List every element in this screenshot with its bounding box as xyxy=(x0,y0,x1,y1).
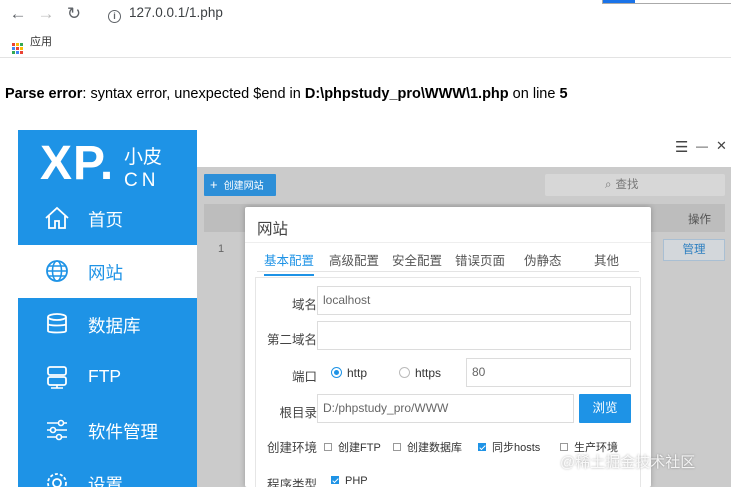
sidebar-item-website[interactable]: 网站 xyxy=(18,245,197,298)
create-db-checkbox[interactable]: 创建数据库 xyxy=(393,439,462,455)
sidebar-item-software[interactable]: 软件管理 xyxy=(18,404,197,457)
apps-grid-icon xyxy=(12,43,23,54)
logo: XP. 小皮 CN xyxy=(40,136,162,191)
sidebar-item-label: FTP xyxy=(88,366,122,386)
sidebar-item-label: 首页 xyxy=(88,210,123,230)
search-input[interactable]: ⌕ 查找 xyxy=(545,174,725,196)
http-radio[interactable]: http xyxy=(331,366,367,380)
extension-strip xyxy=(602,0,731,4)
create-ftp-checkbox[interactable]: 创建FTP xyxy=(324,439,381,455)
gear-icon xyxy=(47,473,67,487)
address-bar[interactable]: i 127.0.0.1/1.php xyxy=(96,2,596,24)
checkbox-checked-icon xyxy=(478,443,486,451)
radio-unchecked-icon xyxy=(399,367,410,378)
create-site-button[interactable]: + 创建网站 xyxy=(204,174,276,196)
logo-main: XP. xyxy=(40,137,115,190)
error-path: D:\phpstudy_pro\WWW\1.php xyxy=(304,86,509,102)
close-icon[interactable]: ✕ xyxy=(716,138,727,154)
dialog-title: 网站 xyxy=(257,221,289,238)
menu-icon[interactable]: ☰ xyxy=(675,138,688,156)
sidebar-item-home[interactable]: 首页 xyxy=(18,192,197,245)
port-label: 端口 xyxy=(291,370,317,384)
checkbox-icon xyxy=(324,443,332,451)
reload-icon[interactable]: ↻ xyxy=(64,4,84,24)
checkbox-label: PHP xyxy=(345,475,368,487)
tab-advanced[interactable]: 高级配置 xyxy=(329,250,379,269)
phpstudy-window: XP. 小皮 CN 首页 网站 数据库 FTP 软件管理 设置 ☰ — ✕ + … xyxy=(18,130,731,487)
type-label: 程序类型 xyxy=(266,478,317,487)
sidebar-item-label: 网站 xyxy=(88,263,123,283)
logo-small: 小皮 xyxy=(124,147,163,168)
minimize-icon[interactable]: — xyxy=(696,139,708,153)
domain-label: 域名 xyxy=(291,298,317,312)
error-line: 5 xyxy=(559,86,568,102)
checkbox-label: 同步hosts xyxy=(492,442,541,454)
sidebar-item-label: 设置 xyxy=(88,475,123,487)
php-error-message: Parse error: syntax error, unexpected $e… xyxy=(5,86,568,102)
error-text: : syntax error, unexpected $end in xyxy=(82,86,305,102)
plus-icon: + xyxy=(210,177,218,192)
site-dialog: 网站 基本配置 高级配置 安全配置 错误页面 伪静态 其他 域名 localho… xyxy=(245,207,651,487)
op-header: 操作 xyxy=(688,214,711,226)
sidebar-item-ftp[interactable]: FTP xyxy=(18,351,197,404)
database-icon xyxy=(47,313,67,334)
checkbox-checked-icon xyxy=(331,476,339,484)
domain-field[interactable]: localhost xyxy=(317,286,631,315)
browse-button[interactable]: 浏览 xyxy=(579,394,631,423)
env-label: 创建环境 xyxy=(266,441,317,455)
sidebar-item-database[interactable]: 数据库 xyxy=(18,298,197,351)
checkbox-label: 创建数据库 xyxy=(407,442,462,454)
sidebar: XP. 小皮 CN 首页 网站 数据库 FTP 软件管理 设置 xyxy=(18,130,197,487)
sliders-icon xyxy=(47,419,67,441)
back-arrow-icon[interactable]: ← xyxy=(8,4,28,24)
logo-cn: CN xyxy=(124,170,160,191)
tab-error-pages[interactable]: 错误页面 xyxy=(455,250,505,269)
sidebar-item-label: 数据库 xyxy=(88,316,141,336)
second-domain-field[interactable] xyxy=(317,321,631,350)
root-label: 根目录 xyxy=(279,406,317,420)
globe-icon xyxy=(46,260,68,282)
port-field[interactable]: 80 xyxy=(466,358,631,387)
https-label: https xyxy=(415,366,442,380)
second-domain-label: 第二域名 xyxy=(266,333,317,347)
tab-other[interactable]: 其他 xyxy=(594,250,619,269)
bookmark-label: 应用 xyxy=(30,36,52,48)
error-label: Parse error xyxy=(5,86,83,102)
error-online: on line xyxy=(508,86,560,102)
radio-checked-icon xyxy=(331,367,342,378)
root-field[interactable]: D:/phpstudy_pro/WWW xyxy=(317,394,574,423)
info-icon[interactable]: i xyxy=(108,10,121,23)
search-icon: ⌕ xyxy=(605,179,612,191)
sidebar-item-settings[interactable]: 设置 xyxy=(18,457,197,487)
forward-arrow-icon[interactable]: → xyxy=(36,4,56,24)
checkbox-icon xyxy=(393,443,401,451)
tab-basic[interactable]: 基本配置 xyxy=(264,250,315,276)
search-placeholder: 查找 xyxy=(615,179,639,191)
app-titlebar: ☰ — ✕ xyxy=(197,130,731,167)
url-text: 127.0.0.1/1.php xyxy=(129,5,223,20)
https-radio[interactable]: https xyxy=(399,366,441,380)
bookmark-apps[interactable]: 应用 xyxy=(12,35,52,54)
tab-rewrite[interactable]: 伪静态 xyxy=(524,250,562,269)
server-icon xyxy=(47,366,67,389)
tab-security[interactable]: 安全配置 xyxy=(392,250,442,269)
php-checkbox[interactable]: PHP xyxy=(331,475,368,487)
manage-button[interactable]: 管理 xyxy=(663,239,725,261)
sidebar-item-label: 软件管理 xyxy=(88,422,158,442)
create-site-label: 创建网站 xyxy=(223,181,264,192)
watermark: @稀土掘金技术社区 xyxy=(560,454,696,471)
http-label: http xyxy=(347,366,368,380)
checkbox-label: 创建FTP xyxy=(338,442,381,454)
checkbox-icon xyxy=(560,443,568,451)
sync-hosts-checkbox[interactable]: 同步hosts xyxy=(478,439,540,455)
home-icon xyxy=(45,206,69,229)
row-number: 1 xyxy=(218,243,225,255)
browser-toolbar: ← → ↻ i 127.0.0.1/1.php 应用 xyxy=(0,0,731,58)
